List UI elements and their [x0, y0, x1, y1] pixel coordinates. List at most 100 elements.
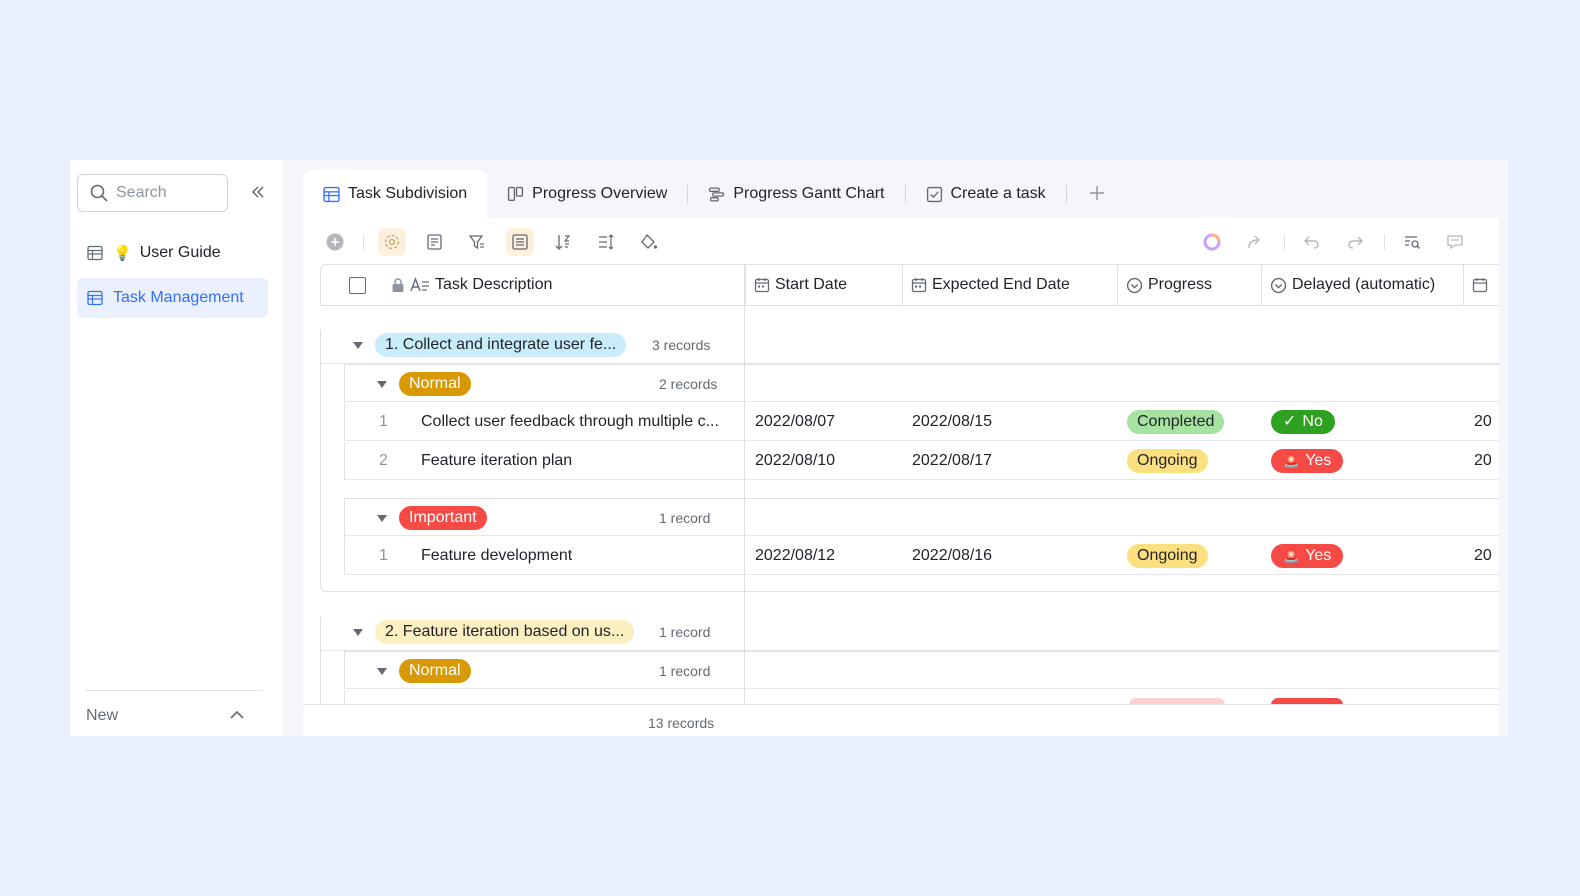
kanban-icon	[508, 186, 524, 201]
group-record-count: 3 records	[652, 337, 711, 353]
settings-button[interactable]	[378, 228, 406, 256]
tab-task-subdivision[interactable]: Task Subdivision	[303, 170, 488, 218]
single-select-icon	[1126, 277, 1143, 293]
row-height-icon	[599, 234, 614, 250]
tab-create-a-task[interactable]: Create a task	[906, 170, 1066, 218]
next-column-cell[interactable]: 20	[1474, 403, 1492, 441]
subgroup-header-row[interactable]: Important 1 record	[344, 498, 1499, 536]
subgroup-header-row[interactable]: Normal 1 record	[344, 651, 1499, 689]
grid-table-icon	[87, 290, 103, 306]
group-header-row[interactable]: 1. Collect and integrate user fe... 3 re…	[321, 326, 1499, 364]
redo-icon	[1348, 236, 1363, 249]
ai-assistant-button[interactable]	[1198, 228, 1226, 256]
progress-pill-ongoing: Ongoing	[1127, 544, 1208, 568]
caret-down-icon[interactable]	[353, 629, 363, 636]
add-view-button[interactable]	[1067, 181, 1127, 207]
start-date-cell[interactable]: 2022/08/10	[755, 442, 835, 480]
collapse-sidebar-button[interactable]	[246, 180, 270, 204]
comments-button[interactable]	[1441, 228, 1469, 256]
calendar-icon	[754, 278, 770, 293]
grid-table-icon	[87, 245, 103, 261]
search-records-button[interactable]	[1398, 228, 1426, 256]
progress-cell[interactable]: Ongoing	[1127, 442, 1208, 480]
toolbar-separator	[1284, 234, 1285, 250]
group-header-row[interactable]: 2. Feature iteration based on us... 1 re…	[321, 613, 1499, 651]
chevron-up-icon[interactable]	[228, 706, 246, 724]
plus-icon	[1089, 186, 1104, 200]
caret-down-icon[interactable]	[377, 515, 387, 522]
filter-icon	[468, 235, 484, 250]
caret-down-icon[interactable]	[377, 668, 387, 675]
priority-pill-normal: Normal	[399, 372, 471, 396]
priority-pill-normal: Normal	[399, 659, 471, 683]
total-records-count: 13 records	[648, 715, 715, 731]
tab-label: Task Subdivision	[348, 185, 468, 202]
group-record-count: 1 record	[659, 624, 711, 640]
table-row[interactable]: 1 Feature development 2022/08/12 2022/08…	[344, 537, 1499, 575]
tab-label: Progress Gantt Chart	[733, 185, 885, 202]
column-header-task-description[interactable]: Task Description	[391, 265, 745, 305]
row-number: 2	[379, 452, 388, 469]
row-height-button[interactable]	[592, 228, 620, 256]
search-input[interactable]: Search	[77, 174, 228, 212]
column-header-progress[interactable]: Progress	[1117, 265, 1261, 305]
sidebar-item-user-guide[interactable]: 💡 User Guide	[77, 233, 268, 273]
status-bar: 13 records	[303, 704, 1499, 736]
column-header-start-date[interactable]: Start Date	[745, 265, 902, 305]
undo-icon	[1304, 236, 1319, 249]
column-header-delayed[interactable]: Delayed (automatic)	[1261, 265, 1463, 305]
caret-down-icon[interactable]	[377, 381, 387, 388]
end-date-cell[interactable]: 2022/08/17	[912, 442, 992, 480]
sidebar-new-label[interactable]: New	[86, 707, 118, 725]
redo-button[interactable]	[1341, 228, 1369, 256]
column-header-label: Delayed (automatic)	[1292, 276, 1436, 293]
view-tabs: Task Subdivision Progress Overview Progr…	[303, 170, 1127, 218]
filter-button[interactable]	[463, 228, 491, 256]
tab-progress-overview[interactable]: Progress Overview	[487, 170, 687, 218]
table-panel: Task Description Start Date Expected End…	[303, 218, 1499, 736]
undo-button[interactable]	[1298, 228, 1326, 256]
main-area: Task Subdivision Progress Overview Progr…	[303, 160, 1508, 736]
column-header-next[interactable]	[1463, 265, 1499, 305]
lock-icon	[392, 278, 404, 292]
delayed-pill-no: ✓ No	[1271, 410, 1335, 434]
add-record-button[interactable]	[321, 228, 349, 256]
subgroup-record-count: 2 records	[659, 376, 718, 392]
task-description-cell[interactable]: Feature iteration plan	[421, 442, 741, 480]
start-date-cell[interactable]: 2022/08/12	[755, 537, 835, 575]
progress-cell[interactable]: Ongoing	[1127, 537, 1208, 575]
fields-button[interactable]	[421, 228, 449, 256]
next-column-cell[interactable]: 20	[1474, 537, 1492, 575]
select-all-checkbox[interactable]	[349, 277, 366, 294]
column-header-label: Expected End Date	[932, 276, 1070, 293]
subgroup-record-count: 1 record	[659, 663, 711, 679]
grid-header: Task Description Start Date Expected End…	[320, 264, 1499, 306]
search-list-icon	[1405, 236, 1420, 249]
delayed-cell[interactable]: 🚨 Yes	[1271, 537, 1344, 575]
tab-progress-gantt-chart[interactable]: Progress Gantt Chart	[688, 170, 904, 218]
sidebar-item-task-management[interactable]: Task Management	[77, 278, 268, 318]
caret-down-icon[interactable]	[353, 342, 363, 349]
subgroup-header-row[interactable]: Normal 2 records	[344, 364, 1499, 402]
delayed-pill-yes: 🚨 Yes	[1271, 449, 1344, 473]
delayed-cell[interactable]: ✓ No	[1271, 403, 1335, 441]
end-date-cell[interactable]: 2022/08/15	[912, 403, 992, 441]
fill-color-button[interactable]	[635, 228, 663, 256]
next-column-cell[interactable]: 20	[1474, 442, 1492, 480]
table-row[interactable]: 1 Collect user feedback through multiple…	[344, 403, 1499, 441]
end-date-cell[interactable]: 2022/08/16	[912, 537, 992, 575]
table-row-partial[interactable]	[344, 690, 1499, 704]
start-date-cell[interactable]: 2022/08/07	[755, 403, 835, 441]
task-description-cell[interactable]: Feature development	[421, 537, 741, 575]
double-chevron-left-icon	[251, 186, 264, 198]
delayed-cell[interactable]: 🚨 Yes	[1271, 442, 1344, 480]
share-button[interactable]	[1241, 228, 1269, 256]
table-row[interactable]: 2 Feature iteration plan 2022/08/10 2022…	[344, 442, 1499, 480]
column-header-expected-end-date[interactable]: Expected End Date	[902, 265, 1117, 305]
paint-bucket-icon	[641, 233, 658, 249]
progress-cell[interactable]: Completed	[1127, 403, 1225, 441]
search-placeholder: Search	[116, 184, 167, 201]
sort-button[interactable]	[549, 228, 577, 256]
group-button[interactable]	[506, 228, 534, 256]
task-description-cell[interactable]: Collect user feedback through multiple c…	[421, 403, 741, 441]
